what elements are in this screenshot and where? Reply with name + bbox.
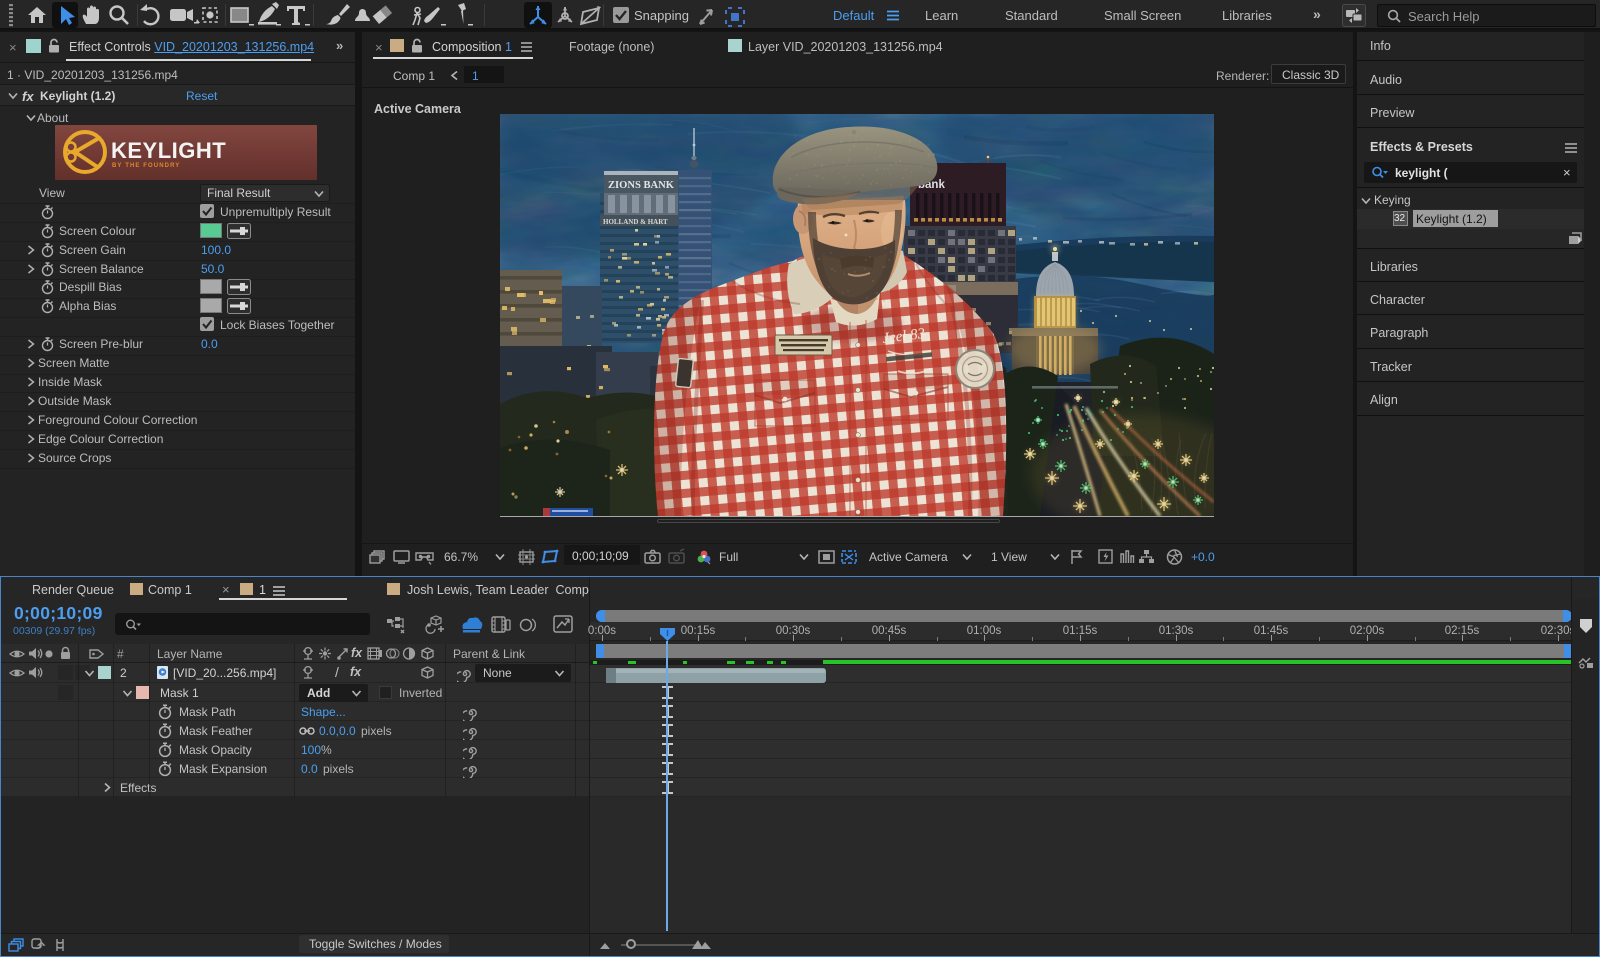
svg-text:BY THE FOUNDRY: BY THE FOUNDRY <box>112 163 180 169</box>
svg-text:Snapping: Snapping <box>634 8 689 23</box>
svg-text:KEYLIGHT: KEYLIGHT <box>111 138 226 163</box>
